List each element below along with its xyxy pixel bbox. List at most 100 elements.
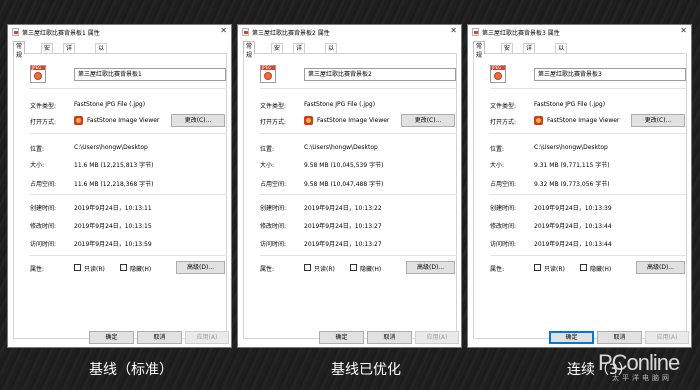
divider	[30, 255, 227, 256]
readonly-checkbox[interactable]	[304, 264, 311, 271]
apply-button[interactable]: 应用(A)	[185, 331, 229, 344]
apply-button[interactable]: 应用(A)	[645, 331, 689, 344]
divider	[490, 133, 687, 134]
title-bar: 第三屋红歌比赛背景板3 属性 ✕	[468, 25, 691, 39]
ok-button[interactable]: 确定	[319, 331, 364, 344]
faststone-app-icon	[304, 116, 313, 125]
readonly-checkbox[interactable]	[534, 264, 541, 271]
size-value: 9.58 MB (10,045,539 字节)	[304, 162, 384, 169]
close-icon[interactable]: ✕	[450, 26, 457, 35]
cancel-button[interactable]: 取消	[137, 331, 182, 344]
advanced-button[interactable]: 高级(D)...	[636, 261, 685, 274]
filename-input[interactable]: 第三屋红歌比赛背景板2	[304, 68, 456, 81]
accessed-value: 2019年9月24日，10:13:27	[304, 241, 382, 248]
opens-with-value: FastStone Image Viewer	[87, 117, 160, 124]
divider	[260, 194, 457, 195]
properties-dialog-3: 第三屋红歌比赛背景板3 属性 ✕ 常规 安全 详细信息 以前的版本 JPEG 第…	[467, 24, 692, 348]
caption-baseline-optimized: 基线已优化	[331, 362, 401, 378]
properties-dialog-1: 第三屋红歌比赛背景板1 属性 ✕ 常规 安全 详细信息 以前的版本 JPEG 第…	[7, 24, 232, 348]
divider	[490, 88, 687, 89]
opens-with-value: FastStone Image Viewer	[547, 117, 620, 124]
advanced-button[interactable]: 高级(D)...	[176, 261, 225, 274]
readonly-checkbox[interactable]	[74, 264, 81, 271]
hidden-checkbox[interactable]	[580, 264, 587, 271]
modified-value: 2019年9月24日，10:13:15	[74, 223, 152, 230]
size-on-disk-label: 占用空间:	[30, 181, 57, 188]
tab-general[interactable]: 常规	[13, 41, 26, 59]
dialog-title: 第三屋红歌比赛背景板2 属性	[252, 30, 330, 37]
change-button[interactable]: 更改(C)...	[401, 114, 455, 127]
tab-general[interactable]: 常规	[243, 41, 256, 59]
jpg-file-icon: JPEG	[260, 65, 276, 83]
location-label: 位置:	[30, 146, 45, 153]
general-panel	[13, 53, 227, 339]
size-on-disk-label: 占用空间:	[260, 181, 287, 188]
size-label: 大小:	[260, 162, 275, 169]
tab-security[interactable]: 安全	[271, 43, 284, 61]
tab-security[interactable]: 安全	[41, 43, 54, 61]
tab-previous-versions[interactable]: 以前的版本	[555, 43, 568, 88]
location-label: 位置:	[260, 146, 275, 153]
filename-input[interactable]: 第三屋红歌比赛背景板1	[74, 68, 226, 81]
pconline-subtitle: 太平洋电脑网	[612, 374, 672, 382]
created-value: 2019年9月24日，10:13:11	[74, 205, 152, 212]
location-value: C:\Users\hongw\Desktop	[74, 144, 148, 151]
created-label: 创建时间:	[260, 205, 287, 212]
size-on-disk-value: 11.6 MB (12,218,368 字节)	[74, 181, 154, 188]
close-icon[interactable]: ✕	[220, 26, 227, 35]
file-type-label: 文件类型:	[260, 103, 287, 110]
faststone-app-icon	[74, 116, 83, 125]
divider	[260, 133, 457, 134]
location-value: C:\Users\hongw\Desktop	[534, 144, 608, 151]
ok-button[interactable]: 确定	[549, 331, 594, 344]
tab-details[interactable]: 详细信息	[523, 43, 536, 79]
file-type-value: FastStone JPG File (.jpg)	[304, 101, 376, 108]
modified-label: 修改时间:	[260, 223, 287, 230]
readonly-label: 只读(R)	[314, 266, 335, 273]
file-icon	[12, 28, 19, 36]
apply-button[interactable]: 应用(A)	[415, 331, 459, 344]
file-type-label: 文件类型:	[30, 103, 57, 110]
general-panel	[473, 53, 687, 339]
tab-security[interactable]: 安全	[501, 43, 514, 61]
file-icon	[242, 28, 249, 36]
accessed-label: 访问时间:	[490, 241, 517, 248]
divider	[260, 88, 457, 89]
tab-previous-versions[interactable]: 以前的版本	[95, 43, 108, 88]
hidden-checkbox[interactable]	[120, 264, 127, 271]
general-panel	[243, 53, 457, 339]
location-label: 位置:	[490, 146, 505, 153]
file-type-label: 文件类型:	[490, 103, 517, 110]
hidden-checkbox[interactable]	[350, 264, 357, 271]
tab-details[interactable]: 详细信息	[63, 43, 76, 79]
file-type-value: FastStone JPG File (.jpg)	[534, 101, 606, 108]
readonly-label: 只读(R)	[84, 266, 105, 273]
file-icon-letters: JPEG	[262, 65, 272, 70]
tab-previous-versions[interactable]: 以前的版本	[325, 43, 338, 88]
size-on-disk-value: 9.58 MB (10,047,488 字节)	[304, 181, 384, 188]
modified-label: 修改时间:	[30, 223, 57, 230]
attributes-label: 属性:	[490, 266, 505, 273]
tab-general[interactable]: 常规	[473, 41, 486, 59]
created-value: 2019年9月24日，10:13:22	[304, 205, 382, 212]
created-label: 创建时间:	[490, 205, 517, 212]
opens-with-label: 打开方式:	[30, 119, 57, 126]
change-button[interactable]: 更改(C)...	[631, 114, 685, 127]
filename-input[interactable]: 第三屋红歌比赛背景板3	[534, 68, 686, 81]
faststone-app-icon	[534, 116, 543, 125]
size-on-disk-label: 占用空间:	[490, 181, 517, 188]
file-icon-letters: JPEG	[492, 65, 502, 70]
attributes-label: 属性:	[30, 266, 45, 273]
cancel-button[interactable]: 取消	[597, 331, 642, 344]
close-icon[interactable]: ✕	[680, 26, 687, 35]
modified-value: 2019年9月24日，10:13:44	[534, 223, 612, 230]
cancel-button[interactable]: 取消	[367, 331, 412, 344]
file-icon	[472, 28, 479, 36]
size-value: 9.31 MB (9,771,115 字节)	[534, 162, 610, 169]
ok-button[interactable]: 确定	[89, 331, 134, 344]
advanced-button[interactable]: 高级(D)...	[406, 261, 455, 274]
size-label: 大小:	[490, 162, 505, 169]
change-button[interactable]: 更改(C)...	[171, 114, 225, 127]
accessed-label: 访问时间:	[30, 241, 57, 248]
tab-details[interactable]: 详细信息	[293, 43, 306, 79]
